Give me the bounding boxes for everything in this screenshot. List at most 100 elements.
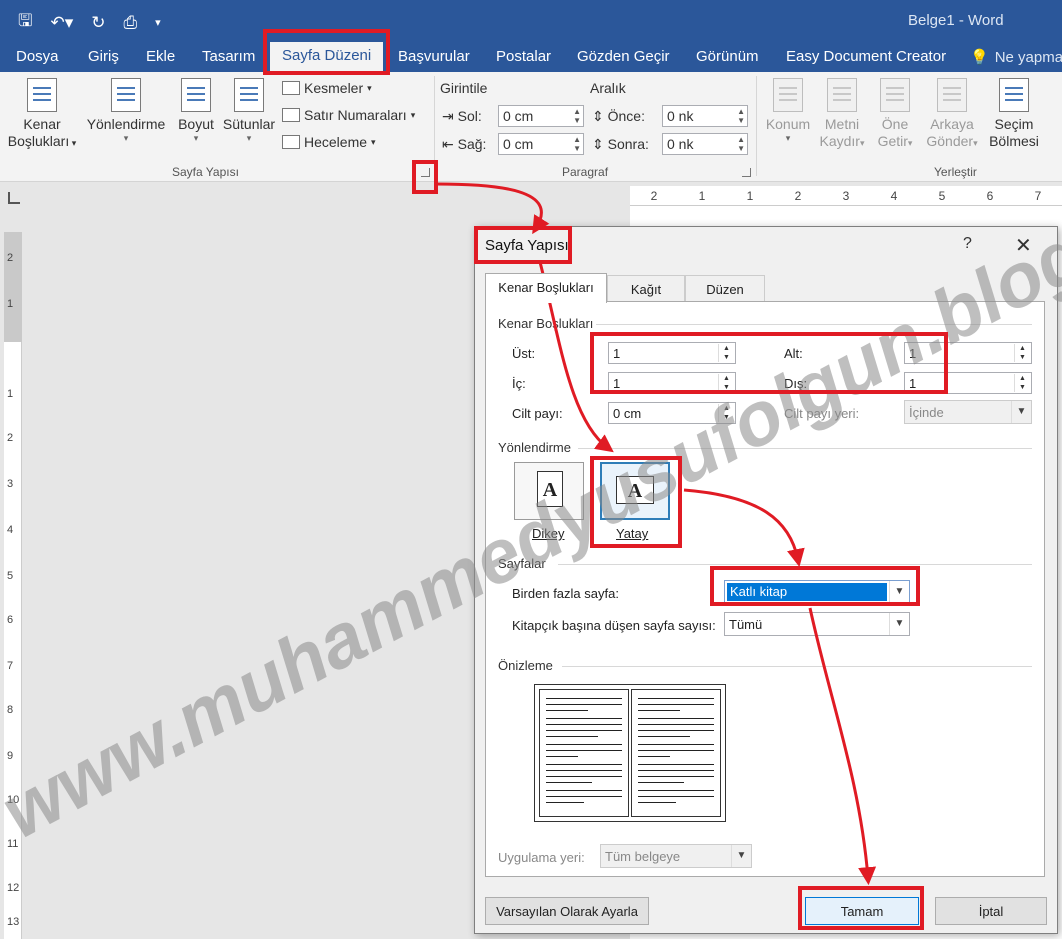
annotation-box-layout-tab bbox=[263, 29, 390, 75]
position-icon bbox=[773, 78, 803, 112]
preview-section-label: Önizleme bbox=[498, 658, 553, 673]
orientation-button[interactable]: Yönlendirme ▾ bbox=[82, 78, 170, 143]
annotation-box-launcher bbox=[412, 160, 438, 194]
indent-right-text: Sağ: bbox=[457, 136, 487, 152]
margins-section-label: Kenar Boşlukları bbox=[498, 316, 594, 331]
quick-access-toolbar: 🖫 ↶▾ ↻ ⎙ ▾ bbox=[18, 8, 161, 37]
chevron-down-icon[interactable]: ▼ bbox=[889, 613, 909, 635]
customize-toolbar-icon[interactable]: ▾ bbox=[155, 16, 161, 29]
tab-paper[interactable]: Kağıt bbox=[607, 275, 685, 301]
gutter-label: Cilt payı: bbox=[512, 406, 563, 421]
ruler-tick: 2 bbox=[7, 432, 14, 444]
ruler-tick: 12 bbox=[7, 882, 20, 894]
size-button[interactable]: Boyut ▾ bbox=[174, 78, 218, 143]
portrait-page-icon: A bbox=[537, 471, 563, 507]
line-numbers-label: Satır Numaraları bbox=[304, 107, 407, 123]
tab-references[interactable]: Başvurular bbox=[398, 48, 470, 65]
spacing-heading: Aralık bbox=[590, 80, 626, 96]
tab-selector-icon[interactable] bbox=[8, 192, 20, 204]
forward-label-1: Öne bbox=[881, 116, 909, 132]
tell-me-box[interactable]: 💡 Ne yapmak bbox=[970, 48, 1062, 67]
hyphenation-button[interactable]: Heceleme ▾ bbox=[282, 134, 376, 150]
tab-insert[interactable]: Ekle bbox=[146, 48, 175, 65]
tab-design[interactable]: Tasarım bbox=[202, 48, 255, 65]
chevron-down-icon: ▼ bbox=[731, 845, 751, 867]
spin-arrows-icon[interactable]: ▲ ▼ bbox=[737, 135, 745, 153]
indent-right-input[interactable]: 0 cm ▲ ▼ bbox=[498, 133, 584, 155]
tab-file[interactable]: Dosya bbox=[16, 48, 59, 65]
wrap-text-button[interactable]: Metni Kaydır▾ bbox=[816, 78, 868, 152]
gutter-input[interactable]: 0 cm ▲ ▼ bbox=[608, 402, 736, 424]
position-button[interactable]: Konum ▾ bbox=[760, 78, 816, 143]
spacing-after-input[interactable]: 0 nk ▲ ▼ bbox=[662, 133, 748, 155]
columns-label: Sütunlar bbox=[222, 116, 276, 132]
vertical-ruler[interactable]: 2 1 1 2 3 4 5 6 7 8 9 10 11 12 13 bbox=[4, 232, 22, 939]
indent-left-label: ⇥ Sol: bbox=[442, 108, 482, 125]
spacing-after-value: 0 nk bbox=[667, 136, 694, 152]
ruler-tick: 5 bbox=[938, 188, 946, 203]
indent-left-text: Sol: bbox=[457, 108, 482, 124]
spin-arrows-icon[interactable]: ▲ ▼ bbox=[737, 107, 745, 125]
spacing-after-label: ⇕ Sonra: bbox=[592, 136, 649, 153]
spin-arrows-icon[interactable]: ▲ ▼ bbox=[573, 107, 581, 125]
booklet-preview bbox=[534, 684, 726, 822]
sheets-per-booklet-select[interactable]: Tümü ▼ bbox=[724, 612, 910, 636]
help-icon[interactable]: ? bbox=[963, 235, 972, 253]
ruler-tick: 3 bbox=[842, 188, 850, 203]
cancel-button[interactable]: İptal bbox=[935, 897, 1047, 925]
set-as-default-button[interactable]: Varsayılan Olarak Ayarla bbox=[485, 897, 649, 925]
ruler-tick: 7 bbox=[1034, 188, 1042, 203]
ruler-tick: 9 bbox=[7, 750, 14, 762]
save-icon[interactable]: 🖫 bbox=[18, 8, 32, 37]
paragraph-dialog-launcher-icon[interactable] bbox=[742, 168, 751, 177]
spacing-before-input[interactable]: 0 nk ▲ ▼ bbox=[662, 105, 748, 127]
tab-margins[interactable]: Kenar Boşlukları bbox=[485, 273, 607, 303]
margins-button[interactable]: Kenar Boşlukları ▾ bbox=[6, 78, 78, 152]
tab-home[interactable]: Giriş bbox=[88, 48, 119, 65]
tab-easy-document-creator[interactable]: Easy Document Creator bbox=[786, 48, 946, 65]
gutter-position-select: İçinde ▼ bbox=[904, 400, 1032, 424]
bring-forward-icon bbox=[880, 78, 910, 112]
ruler-tick: 4 bbox=[7, 524, 14, 536]
indent-right-value: 0 cm bbox=[503, 136, 534, 152]
spin-arrows-icon[interactable]: ▲ ▼ bbox=[1014, 374, 1030, 392]
selection-pane-label-2: Bölmesi bbox=[989, 133, 1039, 149]
selection-pane-button[interactable]: Seçim Bölmesi bbox=[986, 78, 1042, 150]
tab-review[interactable]: Gözden Geçir bbox=[577, 48, 670, 65]
annotation-box-book-fold bbox=[710, 566, 920, 606]
chevron-down-icon: ▾ bbox=[785, 133, 791, 143]
columns-button[interactable]: Sütunlar ▾ bbox=[220, 78, 278, 143]
breaks-button[interactable]: Kesmeler ▾ bbox=[282, 80, 372, 96]
send-backward-button[interactable]: Arkaya Gönder▾ bbox=[920, 78, 984, 152]
wrap-label-1: Metni bbox=[824, 116, 860, 132]
indent-left-icon: ⇥ bbox=[442, 108, 454, 124]
indent-left-input[interactable]: 0 cm ▲ ▼ bbox=[498, 105, 584, 127]
ruler-tick: 5 bbox=[7, 570, 14, 582]
horizontal-ruler[interactable]: 2 1 1 2 3 4 5 6 7 bbox=[630, 186, 1062, 206]
bring-forward-button[interactable]: Öne Getir▾ bbox=[870, 78, 920, 152]
line-numbers-icon bbox=[282, 108, 300, 122]
tab-view[interactable]: Görünüm bbox=[696, 48, 759, 65]
print-preview-icon[interactable]: ⎙ bbox=[124, 13, 138, 33]
tell-me-label: Ne yapmak bbox=[994, 48, 1062, 66]
annotation-box-landscape bbox=[590, 456, 682, 548]
line-numbers-button[interactable]: Satır Numaraları ▾ bbox=[282, 107, 415, 123]
spin-arrows-icon[interactable]: ▲ ▼ bbox=[1014, 344, 1030, 362]
top-margin-label: Üst: bbox=[512, 346, 536, 361]
tab-layout-dialog[interactable]: Düzen bbox=[685, 275, 765, 301]
spin-arrows-icon[interactable]: ▲ ▼ bbox=[718, 404, 734, 422]
tab-mailings[interactable]: Postalar bbox=[496, 48, 551, 65]
ruler-tick: 4 bbox=[890, 188, 898, 203]
spin-arrows-icon[interactable]: ▲ ▼ bbox=[573, 135, 581, 153]
portrait-option[interactable]: A bbox=[514, 462, 584, 520]
undo-icon[interactable]: ↶▾ bbox=[50, 13, 73, 33]
spacing-before-label: ⇕ Önce: bbox=[592, 108, 645, 125]
redo-icon[interactable]: ↻ bbox=[91, 13, 105, 33]
close-icon[interactable]: ✕ bbox=[1015, 233, 1032, 258]
forward-label-2: Getir bbox=[877, 133, 908, 149]
page-size-icon bbox=[181, 78, 211, 112]
spacing-before-text: Önce: bbox=[607, 108, 645, 124]
group-separator bbox=[756, 76, 757, 176]
ribbon: Kenar Boşlukları ▾ Yönlendirme ▾ Boyut ▾… bbox=[0, 72, 1062, 182]
title-bar: 🖫 ↶▾ ↻ ⎙ ▾ Belge1 - Word bbox=[0, 0, 1062, 40]
